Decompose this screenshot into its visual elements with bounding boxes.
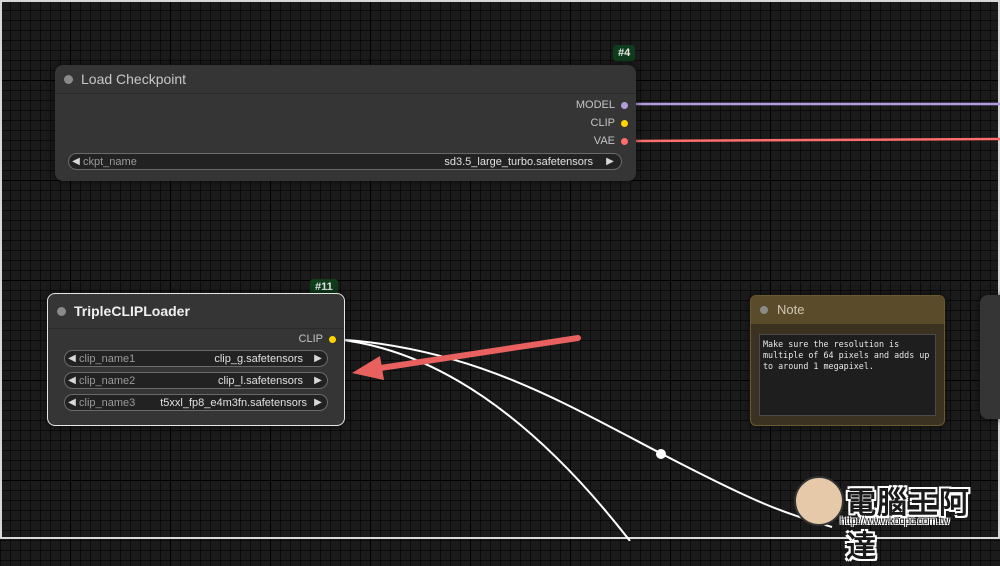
widget-value: t5xxl_fp8_e4m3fn.safetensors (160, 396, 307, 409)
collapse-dot-icon[interactable] (57, 307, 66, 316)
socket-dot-icon[interactable] (329, 335, 336, 343)
output-label: VAE (593, 135, 615, 147)
arrow-right-icon[interactable]: ▶ (603, 156, 617, 167)
output-clip[interactable]: CLIP (591, 114, 628, 132)
node-title: Note (777, 302, 805, 317)
watermark: 電腦王阿達 http://www.kocpc.com.tw (794, 476, 994, 564)
output-label: MODEL (575, 99, 615, 111)
output-label: CLIP (298, 333, 323, 345)
clip-name3-combo[interactable]: ◀ clip_name3 t5xxl_fp8_e4m3fn.safetensor… (64, 394, 328, 411)
arrow-left-icon[interactable]: ◀ (65, 397, 79, 408)
socket-dot-icon[interactable] (621, 119, 628, 127)
arrow-left-icon[interactable]: ◀ (69, 156, 83, 167)
output-label: CLIP (590, 117, 615, 129)
widget-value: clip_l.safetensors (218, 374, 303, 387)
socket-dot-icon[interactable] (621, 101, 628, 109)
link-reroute-dot[interactable] (656, 449, 666, 459)
ckpt-name-combo[interactable]: ◀ ckpt_name sd3.5_large_turbo.safetensor… (68, 153, 622, 170)
collapse-dot-icon[interactable] (760, 306, 768, 314)
widget-name: ckpt_name (83, 155, 137, 168)
widget-name: clip_name3 (79, 396, 136, 409)
widget-value: clip_g.safetensors (214, 352, 303, 365)
arrow-left-icon[interactable]: ◀ (65, 353, 79, 364)
arrow-left-icon[interactable]: ◀ (65, 375, 79, 386)
clip-name2-combo[interactable]: ◀ clip_name2 clip_l.safetensors ▶ (64, 372, 328, 389)
output-model[interactable]: MODEL (576, 96, 628, 114)
output-clip[interactable]: CLIP (299, 330, 336, 348)
widget-value: sd3.5_large_turbo.safetensors (444, 155, 593, 168)
arrow-right-icon[interactable]: ▶ (311, 397, 325, 408)
widget-name: clip_name2 (79, 374, 136, 387)
node-title-bar[interactable]: Load Checkpoint (55, 65, 636, 94)
arrow-right-icon[interactable]: ▶ (311, 375, 325, 386)
offscreen-node[interactable] (980, 295, 1000, 419)
arrow-right-icon[interactable]: ▶ (311, 353, 325, 364)
watermark-url: http://www.kocpc.com.tw (840, 516, 950, 527)
load-checkpoint-node[interactable]: Load Checkpoint MODEL CLIP VAE ◀ ckpt_na… (55, 65, 636, 181)
node-title: TripleCLIPLoader (74, 303, 190, 319)
collapse-dot-icon[interactable] (64, 75, 73, 84)
triple-clip-loader-node[interactable]: TripleCLIPLoader CLIP ◀ clip_name1 clip_… (47, 293, 345, 426)
note-textarea[interactable]: Make sure the resolution is multiple of … (759, 334, 936, 416)
vae-link[interactable] (628, 137, 1000, 143)
node-title-bar[interactable]: TripleCLIPLoader (48, 294, 344, 329)
clip-name1-combo[interactable]: ◀ clip_name1 clip_g.safetensors ▶ (64, 350, 328, 367)
node-title-bar[interactable]: Note (751, 296, 944, 324)
note-node[interactable]: Note Make sure the resolution is multipl… (750, 295, 945, 426)
socket-dot-icon[interactable] (621, 137, 628, 145)
output-vae[interactable]: VAE (594, 132, 628, 150)
node-id-badge: #4 (613, 45, 636, 61)
mascot-face-icon (794, 476, 844, 526)
node-title: Load Checkpoint (81, 71, 187, 87)
widget-name: clip_name1 (79, 352, 136, 365)
